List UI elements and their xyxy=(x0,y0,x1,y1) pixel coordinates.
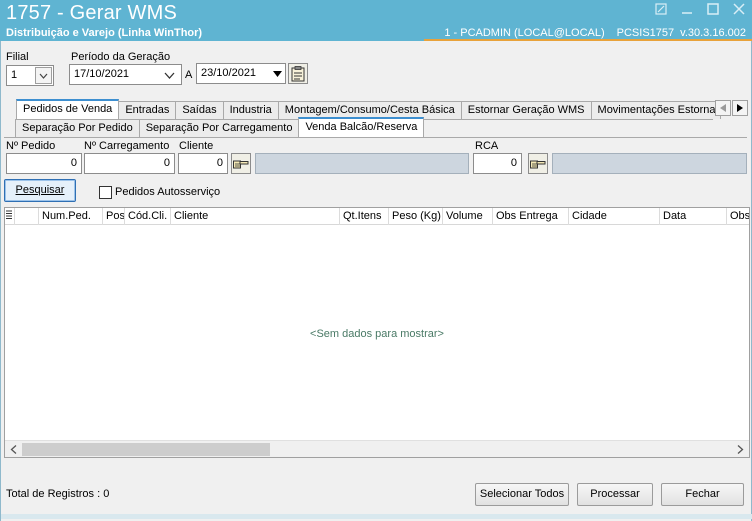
session-info: 1 - PCADMIN (LOCAL@LOCAL) PCSIS1757 v.30.3… xyxy=(432,27,746,39)
date-to-dropdown-button[interactable] xyxy=(270,64,284,83)
user-info: 1 - PCADMIN (LOCAL@LOCAL) xyxy=(444,27,605,39)
col-cod-cli[interactable]: Cód.Cli. xyxy=(124,208,170,225)
window-title: 1757 - Gerar WMS xyxy=(6,2,178,24)
carregamento-value: 0 xyxy=(163,157,170,169)
tab-estornar-geracao[interactable]: Estornar Geração WMS xyxy=(460,101,592,119)
cliente-name-display xyxy=(255,153,469,174)
col-num-ped[interactable]: Num.Ped. xyxy=(38,208,102,225)
date-to-value: 23/10/2021 xyxy=(201,67,257,79)
fechar-button[interactable]: Fechar xyxy=(661,483,744,506)
col-peso[interactable]: Peso (Kg) xyxy=(388,208,442,225)
chevron-down-icon xyxy=(39,73,48,79)
col-qt-itens[interactable]: Qt.Itens xyxy=(339,208,388,225)
close-icon[interactable] xyxy=(732,3,746,17)
scroll-right-icon[interactable] xyxy=(732,441,749,458)
column-chooser-icon[interactable] xyxy=(5,208,14,225)
autoservico-checkbox[interactable] xyxy=(99,186,112,199)
tab-scroll-arrows xyxy=(715,100,748,116)
tab-scroll-right-button[interactable] xyxy=(732,100,748,116)
pedido-label: Nº Pedido xyxy=(6,140,56,152)
window-body: Filial 1 Período da Geração 17/10/2021 A… xyxy=(0,41,752,521)
grid-horizontal-scrollbar[interactable] xyxy=(5,440,749,457)
cliente-label: Cliente xyxy=(179,140,214,152)
subtab-venda-balcao-reserva[interactable]: Venda Balcão/Reserva xyxy=(298,117,425,137)
window-subtitle: Distribuição e Varejo (Linha WinThor) xyxy=(6,27,203,39)
col-cidade[interactable]: Cidade xyxy=(568,208,659,225)
rca-input[interactable]: 0 xyxy=(473,153,522,174)
maximize-icon[interactable] xyxy=(706,3,720,17)
pedido-value: 0 xyxy=(70,157,77,169)
col-data[interactable]: Data xyxy=(659,208,726,225)
triangle-down-icon xyxy=(272,70,282,77)
arrow-right-icon xyxy=(737,104,743,112)
version-info: v.30.3.16.002 xyxy=(680,27,746,39)
empty-grid-message: <Sem dados para mostrar> xyxy=(310,328,444,340)
pedido-input[interactable]: 0 xyxy=(6,153,82,174)
periodo-label: Período da Geração xyxy=(71,51,171,63)
grid-header: Num.Ped. Pos Cód.Cli. Cliente Qt.Itens P… xyxy=(5,208,749,225)
col-cliente[interactable]: Cliente xyxy=(170,208,339,225)
rca-search-button[interactable] xyxy=(528,153,548,174)
selecionar-todos-label: Selecionar Todos xyxy=(479,488,565,500)
carregamento-input[interactable]: 0 xyxy=(84,153,175,174)
hand-pointer-icon xyxy=(530,160,546,168)
arrow-left-icon xyxy=(720,104,726,112)
col-obs[interactable]: Obs xyxy=(726,208,749,225)
processar-label: Processar xyxy=(590,488,640,500)
date-from-value: 17/10/2021 xyxy=(74,68,130,80)
processar-button[interactable]: Processar xyxy=(577,483,653,506)
rca-value: 0 xyxy=(510,157,517,169)
results-grid: Num.Ped. Pos Cód.Cli. Cliente Qt.Itens P… xyxy=(4,207,750,458)
tab-movimentacoes-estornadas[interactable]: Movimentações Estornad xyxy=(590,101,721,119)
carregamento-label: Nº Carregamento xyxy=(84,140,170,152)
filial-label: Filial xyxy=(6,51,29,63)
chevron-down-icon[interactable] xyxy=(164,70,175,82)
scroll-left-icon[interactable] xyxy=(5,441,22,458)
fechar-label: Fechar xyxy=(685,488,720,500)
hand-pointer-icon xyxy=(233,160,249,168)
tab-pedidos-de-venda[interactable]: Pedidos de Venda xyxy=(16,99,120,119)
subtab-separacao-por-carregamento[interactable]: Separação Por Carregamento xyxy=(138,119,300,137)
autoservico-label: Pedidos Autosserviço xyxy=(115,186,221,198)
grid-header-check[interactable] xyxy=(14,208,38,225)
title-bar: 1757 - Gerar WMS Distribuição e Varejo (… xyxy=(0,0,752,41)
calendar-clipboard-icon xyxy=(291,65,305,81)
main-tabs: Pedidos de Venda Entradas Saídas Industr… xyxy=(16,99,721,119)
selecionar-todos-button[interactable]: Selecionar Todos xyxy=(475,483,569,506)
cliente-input[interactable]: 0 xyxy=(178,153,228,174)
cliente-search-button[interactable] xyxy=(231,153,251,174)
sub-tabs: Separação Por Pedido Separação Por Carre… xyxy=(15,117,425,137)
col-obs-entrega[interactable]: Obs Entrega xyxy=(492,208,568,225)
filial-value: 1 xyxy=(11,69,18,81)
sub-tabs-baseline xyxy=(4,137,747,138)
date-separator: A xyxy=(185,69,193,81)
pesquisar-button[interactable]: Pesquisar xyxy=(4,179,76,202)
pesquisar-label: Pesquisar xyxy=(15,184,65,196)
restore-icon[interactable] xyxy=(654,3,668,17)
tab-scroll-left-button[interactable] xyxy=(715,100,731,116)
minimize-icon[interactable] xyxy=(680,3,694,17)
rca-name-display xyxy=(552,153,747,174)
scrollbar-thumb[interactable] xyxy=(22,443,270,456)
cliente-value: 0 xyxy=(216,157,223,169)
subtab-separacao-por-pedido[interactable]: Separação Por Pedido xyxy=(15,119,140,137)
filial-dropdown-button[interactable] xyxy=(35,67,52,84)
col-volume[interactable]: Volume xyxy=(442,208,492,225)
calendar-button[interactable] xyxy=(288,63,308,84)
rca-label: RCA xyxy=(475,140,499,152)
col-pos[interactable]: Pos xyxy=(102,208,124,225)
total-records: Total de Registros : 0 xyxy=(6,488,110,500)
bottom-border xyxy=(1,514,752,519)
window-controls xyxy=(654,3,746,17)
system-code: PCSIS1757 xyxy=(616,27,675,39)
